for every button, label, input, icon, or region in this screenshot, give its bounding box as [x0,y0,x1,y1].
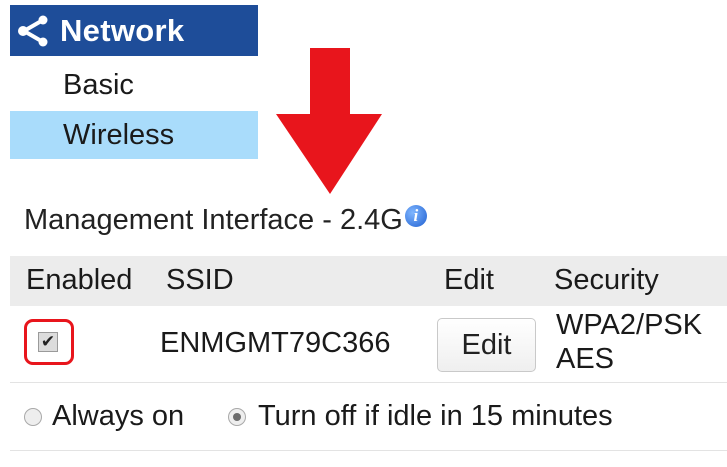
share-icon [18,15,48,46]
info-icon[interactable]: i [404,204,427,227]
security-value: WPA2/PSK AES [556,308,702,376]
col-header-ssid: SSID [166,264,234,296]
section-title: Management Interface - 2.4G i [24,204,427,237]
turn-off-idle-label: Turn off if idle in 15 minutes [258,400,613,432]
network-nav-header[interactable]: Network [10,5,258,56]
always-on-radio[interactable] [24,408,42,426]
turn-off-idle-radio[interactable] [228,408,246,426]
checkbox-highlight: ✔ [24,319,74,365]
table-header: Enabled SSID Edit Security [10,256,727,306]
col-header-enabled: Enabled [26,264,133,296]
security-line1: WPA2/PSK [556,309,703,341]
security-line2: AES [556,343,615,375]
always-on-label: Always on [52,400,185,432]
enabled-checkbox[interactable]: ✔ [38,332,58,352]
nav-item-basic[interactable]: Basic [10,61,258,109]
section-title-text: Management Interface - 2.4G [24,204,403,236]
edit-button[interactable]: Edit [437,318,536,372]
nav-item-wireless[interactable]: Wireless [10,111,258,159]
col-header-security: Security [554,264,659,296]
idle-options: Always on Turn off if idle in 15 minutes [10,400,727,451]
red-arrow-annotation [276,48,382,194]
ssid-value: ENMGMT79C366 [160,327,391,359]
table-row: ✔ ENMGMT79C366 Edit WPA2/PSK AES [10,306,727,383]
network-nav-label: Network [60,12,185,48]
col-header-edit: Edit [444,264,494,296]
